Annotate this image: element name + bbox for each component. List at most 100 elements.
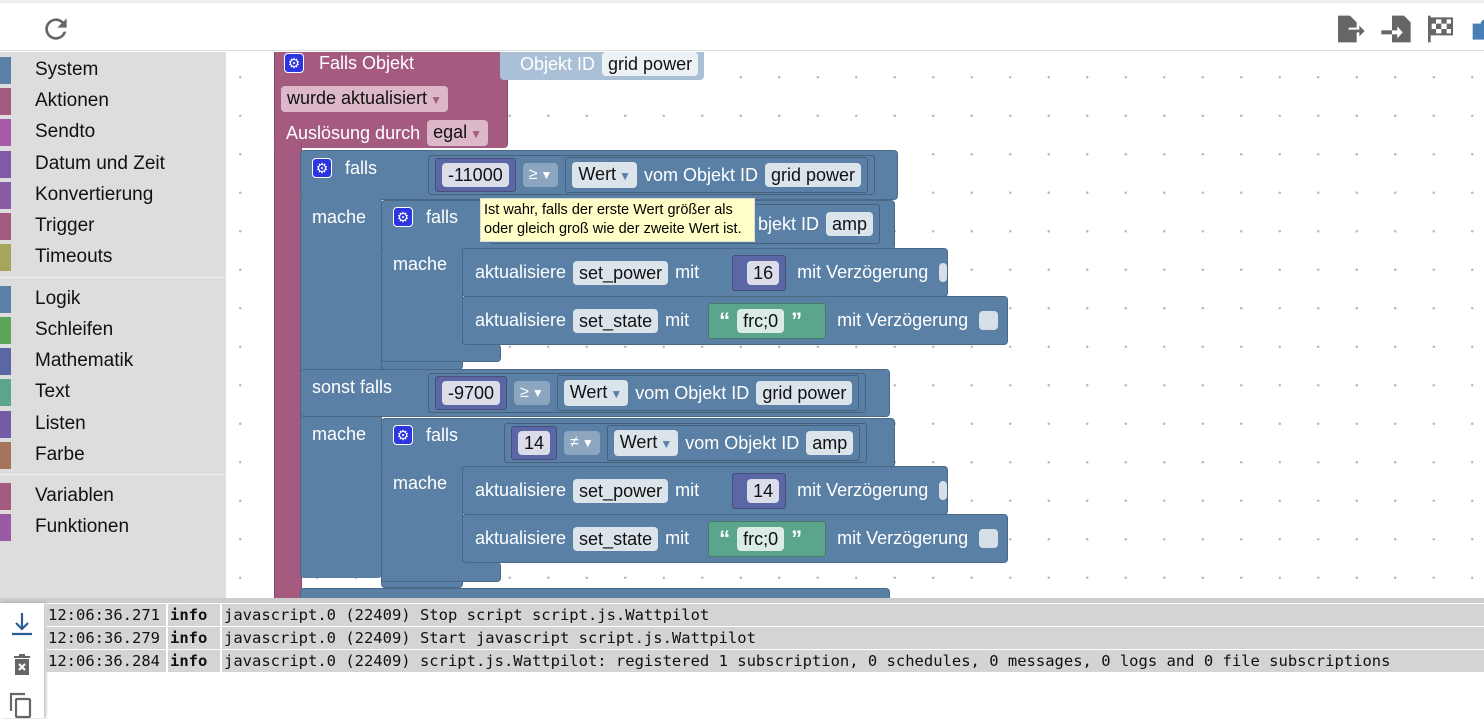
number-value[interactable]: 16: [747, 260, 780, 285]
variable-value[interactable]: set_state: [573, 308, 659, 333]
object-value-block[interactable]: Wert ▼ vom Objekt ID amp: [606, 425, 861, 461]
operator-dropdown[interactable]: ≥ ▼: [514, 381, 550, 405]
object-id-block[interactable]: Objekt ID grid power: [500, 52, 705, 80]
delay-checkbox[interactable]: [939, 481, 947, 500]
category-konvertierung[interactable]: Konvertierung: [0, 181, 226, 209]
category-logik[interactable]: Logik: [0, 285, 226, 313]
update-statement[interactable]: aktualisiere set_state mit “frc;0” mit V…: [462, 296, 1008, 345]
trigger-dropdown[interactable]: egal ▼: [427, 120, 489, 146]
gear-icon[interactable]: ⚙: [393, 207, 413, 227]
dropdown-value: wurde aktualisiert: [287, 88, 428, 108]
text-value[interactable]: frc;0: [737, 526, 785, 551]
category-mathematik[interactable]: Mathematik: [0, 347, 226, 375]
log-message: javascript.0 (22409) script.js.Wattpilot…: [222, 650, 1484, 672]
number-value[interactable]: 14: [747, 478, 780, 503]
number-block[interactable]: 16: [732, 254, 787, 291]
event-mode-row: wurde aktualisiert ▼: [281, 86, 448, 112]
number-block[interactable]: 14: [732, 472, 787, 509]
category-variablen[interactable]: Variablen: [0, 482, 226, 510]
category-timeouts[interactable]: Timeouts: [0, 243, 226, 271]
close-quote-icon: ”: [791, 307, 803, 333]
text-block[interactable]: “frc;0”: [708, 302, 827, 339]
trash-icon[interactable]: [11, 653, 33, 677]
log-row: 12:06:36.271 info javascript.0 (22409) Sto…: [46, 604, 1484, 626]
blockly-workspace[interactable]: ⚙ Falls Objekt Objekt ID grid power wurd…: [226, 52, 1484, 598]
import-icon[interactable]: [1380, 13, 1412, 45]
object-id-value[interactable]: grid power: [602, 52, 699, 76]
wert-dropdown[interactable]: Wert ▼: [563, 380, 629, 406]
mache-label-row: mache: [393, 252, 447, 276]
gear-icon[interactable]: ⚙: [312, 158, 332, 178]
if-header: ⚙ falls: [393, 423, 458, 447]
vom-objekt-label: vom Objekt ID: [635, 382, 750, 403]
variable-value[interactable]: set_power: [573, 478, 669, 503]
falls-label: falls: [426, 206, 459, 227]
delay-checkbox[interactable]: [979, 529, 999, 548]
log-row: 12:06:36.284 info javascript.0 (22409) scr…: [46, 650, 1484, 672]
checkered-flag-icon[interactable]: [1424, 13, 1456, 45]
category-text[interactable]: Text: [0, 378, 226, 406]
category-color: [0, 316, 11, 344]
category-funktionen[interactable]: Funktionen: [0, 513, 226, 541]
puzzle-icon[interactable]: [1470, 13, 1484, 45]
category-schleifen[interactable]: Schleifen: [0, 316, 226, 344]
gear-icon[interactable]: ⚙: [284, 53, 304, 73]
category-color: [0, 118, 11, 146]
compare-block[interactable]: -11000 ≥ ▼ Wert ▼ vom Objekt ID grid power: [428, 155, 876, 195]
mache-label-row: mache: [312, 422, 366, 446]
category-farbe[interactable]: Farbe: [0, 441, 226, 469]
inner-if-bottom: [381, 344, 501, 362]
update-statement[interactable]: aktualisiere set_power mit 16 mit Verzög…: [462, 248, 948, 297]
compare-block[interactable]: -9700 ≥ ▼ Wert ▼ vom Objekt ID grid power: [428, 373, 867, 413]
number-value[interactable]: 14: [518, 431, 551, 455]
variable-value[interactable]: set_state: [573, 526, 659, 551]
number-block[interactable]: -11000: [435, 158, 516, 192]
update-statement[interactable]: aktualisiere set_state mit “frc;0” mit V…: [462, 514, 1008, 563]
number-block[interactable]: 14: [511, 426, 558, 460]
delay-checkbox[interactable]: [939, 263, 947, 282]
object-id-value[interactable]: grid power: [756, 381, 853, 405]
number-block[interactable]: -9700: [435, 376, 508, 410]
compare-block[interactable]: 14 ≠ ▼ Wert ▼ vom Objekt ID amp: [504, 423, 868, 463]
category-system[interactable]: System: [0, 56, 226, 84]
text-block[interactable]: “frc;0”: [708, 520, 827, 557]
delay-checkbox[interactable]: [979, 311, 999, 330]
mit-label: mit: [665, 528, 690, 548]
object-id-value[interactable]: amp: [806, 431, 854, 455]
category-label: Variablen: [35, 485, 114, 506]
export-icon[interactable]: [1334, 13, 1366, 45]
category-label: Text: [35, 381, 70, 402]
wert-dropdown[interactable]: Wert ▼: [572, 162, 637, 188]
category-label: Datum und Zeit: [35, 153, 165, 174]
category-trigger[interactable]: Trigger: [0, 212, 226, 240]
category-listen[interactable]: Listen: [0, 410, 226, 438]
gear-icon[interactable]: ⚙: [393, 425, 413, 445]
variable-value[interactable]: set_power: [573, 260, 669, 285]
object-id-value[interactable]: grid power: [764, 163, 862, 187]
category-aktionen[interactable]: Aktionen: [0, 87, 226, 115]
wert-dropdown[interactable]: Wert ▼: [613, 430, 679, 456]
category-label: Mathematik: [35, 350, 134, 371]
object-value-block[interactable]: Wert ▼ vom Objekt ID grid power: [565, 157, 869, 193]
delay-label: mit Verzögerung: [837, 528, 969, 548]
aktualisiere-label: aktualisiere: [475, 480, 567, 500]
event-block-spine: [274, 142, 302, 598]
operator-dropdown[interactable]: ≠ ▼: [564, 431, 600, 455]
copy-icon[interactable]: [8, 691, 34, 719]
text-value[interactable]: frc;0: [737, 308, 785, 333]
object-id-value[interactable]: amp: [825, 212, 873, 236]
scroll-down-icon[interactable]: [10, 611, 34, 637]
category-label: Aktionen: [35, 90, 109, 111]
number-value[interactable]: -9700: [442, 381, 501, 405]
chevron-down-icon: ▼: [610, 387, 623, 401]
category-color: [0, 181, 11, 209]
category-sendto[interactable]: Sendto: [0, 118, 226, 146]
event-mode-dropdown[interactable]: wurde aktualisiert ▼: [281, 86, 448, 112]
update-statement[interactable]: aktualisiere set_power mit 14 mit Verzög…: [462, 466, 948, 515]
chevron-down-icon: ▼: [430, 93, 442, 107]
number-value[interactable]: -11000: [442, 163, 509, 187]
operator-dropdown[interactable]: ≥ ▼: [522, 163, 559, 187]
reload-icon[interactable]: [40, 13, 72, 45]
object-value-block[interactable]: Wert ▼ vom Objekt ID grid power: [556, 375, 860, 411]
category-datum-und-zeit[interactable]: Datum und Zeit: [0, 150, 226, 178]
